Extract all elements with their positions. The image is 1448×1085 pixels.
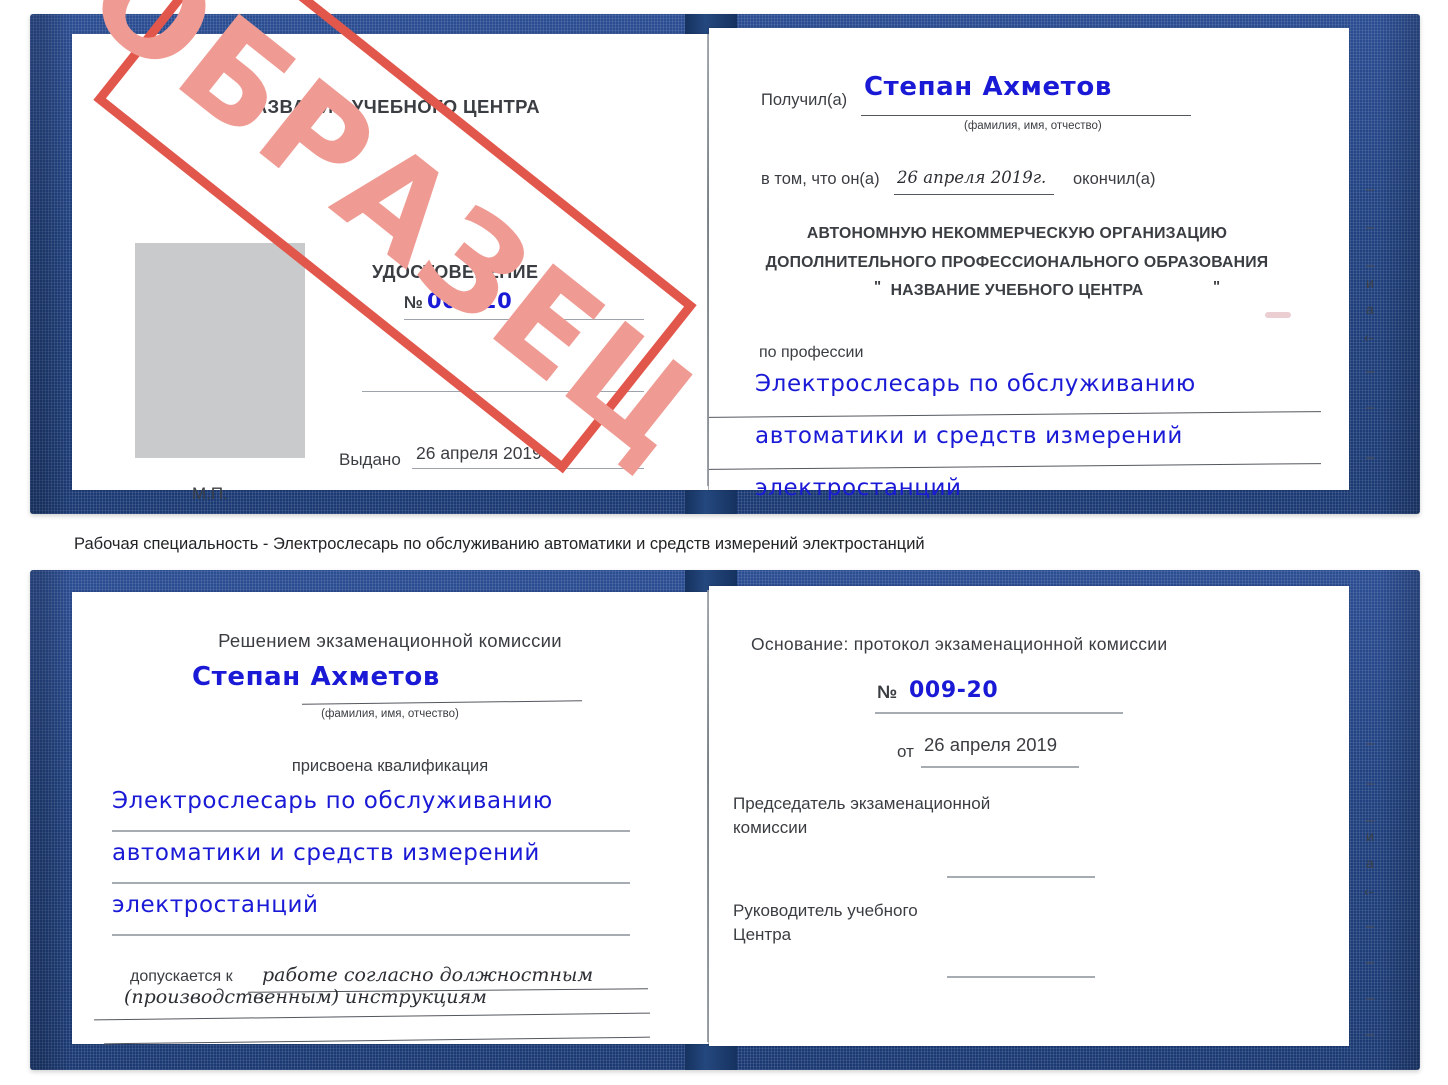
photo-placeholder [135, 243, 305, 458]
chairman-line-1: Председатель экзаменационной [733, 794, 991, 813]
received-rule [861, 115, 1191, 116]
spine-tab-bottom-top [685, 490, 737, 514]
protocol-date-value: 26 апреля 2019 [924, 734, 1058, 755]
received-value: Степан Ахметов [864, 72, 1112, 102]
certificate-bottom: Решением экзаменационной комиссии Степан… [30, 570, 1420, 1070]
qualification-line-3: электростанций [112, 892, 319, 918]
admitted-value-2: (производственным) инструкциям [124, 986, 487, 1008]
certificate-bottom-left-page: Решением экзаменационной комиссии Степан… [72, 592, 709, 1045]
issued-value: 26 апреля 2019 [416, 443, 542, 463]
certificate-top: НАЗВАНИЕ УЧЕБНОГО ЦЕНТРА УДОСТОВЕРЕНИЕ №… [30, 14, 1420, 514]
chairman-signature-rule [947, 876, 1095, 878]
seal-label: М.П. [192, 484, 228, 503]
admitted-value-1: работе согласно должностным [262, 964, 594, 986]
binding-crease-bottom [707, 590, 709, 1042]
fio-hint-bottom: (фамилия, имя, отчество) [321, 708, 459, 720]
scan-artifact-dot [1265, 312, 1291, 318]
decision-label: Решением экзаменационной комиссии [218, 630, 562, 651]
decision-name-rule [302, 700, 582, 705]
qualification-line-2: автоматики и средств измерений [112, 840, 540, 866]
profession-line-2: автоматики и средств измерений [755, 423, 1183, 449]
org-line-2: ДОПОЛНИТЕЛЬНОГО ПРОФЕССИОНАЛЬНОГО ОБРАЗО… [765, 254, 1269, 271]
org-line-1: АВТОНОМНУЮ НЕКОММЕРЧЕСКУЮ ОРГАНИЗАЦИЮ [806, 225, 1228, 242]
admitted-rule-2 [94, 1012, 650, 1021]
qualification-line-1: Электрослесарь по обслуживанию [112, 788, 553, 814]
qualification-rule-2 [112, 882, 630, 884]
org-title-top-left: НАЗВАНИЕ УЧЕБНОГО ЦЕНТРА [239, 96, 541, 117]
profession-line-1: Электрослесарь по обслуживанию [755, 371, 1196, 397]
profession-line-3: электростанций [755, 475, 962, 501]
profession-label: по профессии [759, 344, 864, 361]
qualification-label: присвоена квалификация [291, 757, 489, 775]
org-line-3: НАЗВАНИЕ УЧЕБНОГО ЦЕНТРА [890, 282, 1144, 299]
protocol-date-label: от [897, 742, 914, 761]
issued-rule [412, 468, 644, 469]
blank-rule-top [362, 391, 644, 392]
certificate-bottom-right-page: Основание: протокол экзаменационной коми… [707, 586, 1349, 1046]
protocol-number-value: 009-20 [909, 678, 999, 703]
caption-text: Рабочая специальность - Электрослесарь п… [74, 535, 925, 553]
profession-rule-2 [709, 463, 1321, 470]
fio-hint-top: (фамилия, имя, отчество) [964, 120, 1102, 132]
head-signature-rule [947, 976, 1095, 978]
issued-label: Выдано [339, 450, 401, 469]
in-that-label: в том, что он(а) [761, 170, 880, 188]
certificate-top-right-page: Получил(а) Степан Ахметов (фамилия, имя,… [707, 28, 1349, 501]
spine-tab-bottom-2 [685, 1044, 737, 1070]
chairman-line-2: комиссии [733, 818, 808, 837]
number-label-top: № [404, 293, 423, 312]
head-line-1: Руководитель учебного [733, 901, 918, 920]
completion-date: 26 апреля 2019г. [897, 168, 1047, 187]
admitted-rule-3 [104, 1036, 650, 1045]
protocol-number-rule [875, 712, 1123, 714]
org-quote-close: " [1213, 278, 1221, 295]
qualification-rule-1 [112, 830, 630, 832]
certificate-top-left-page: НАЗВАНИЕ УЧЕБНОГО ЦЕНТРА УДОСТОВЕРЕНИЕ №… [72, 34, 709, 503]
document-type-label: УДОСТОВЕРЕНИЕ [372, 262, 539, 282]
received-label: Получил(а) [761, 91, 848, 109]
number-value-top: 009-20 [427, 289, 513, 313]
basis-label: Основание: протокол экзаменационной коми… [751, 634, 1168, 654]
completion-date-rule [894, 194, 1054, 195]
admitted-label: допускается к [130, 968, 233, 985]
qualification-rule-3 [112, 934, 630, 936]
protocol-date-rule [921, 766, 1079, 768]
profession-rule-1 [709, 411, 1321, 418]
head-line-2: Центра [733, 925, 792, 944]
protocol-number-label: № [877, 682, 898, 702]
finished-label: окончил(а) [1073, 170, 1156, 188]
decision-name-value: Степан Ахметов [192, 662, 440, 692]
number-rule-top [404, 319, 644, 320]
